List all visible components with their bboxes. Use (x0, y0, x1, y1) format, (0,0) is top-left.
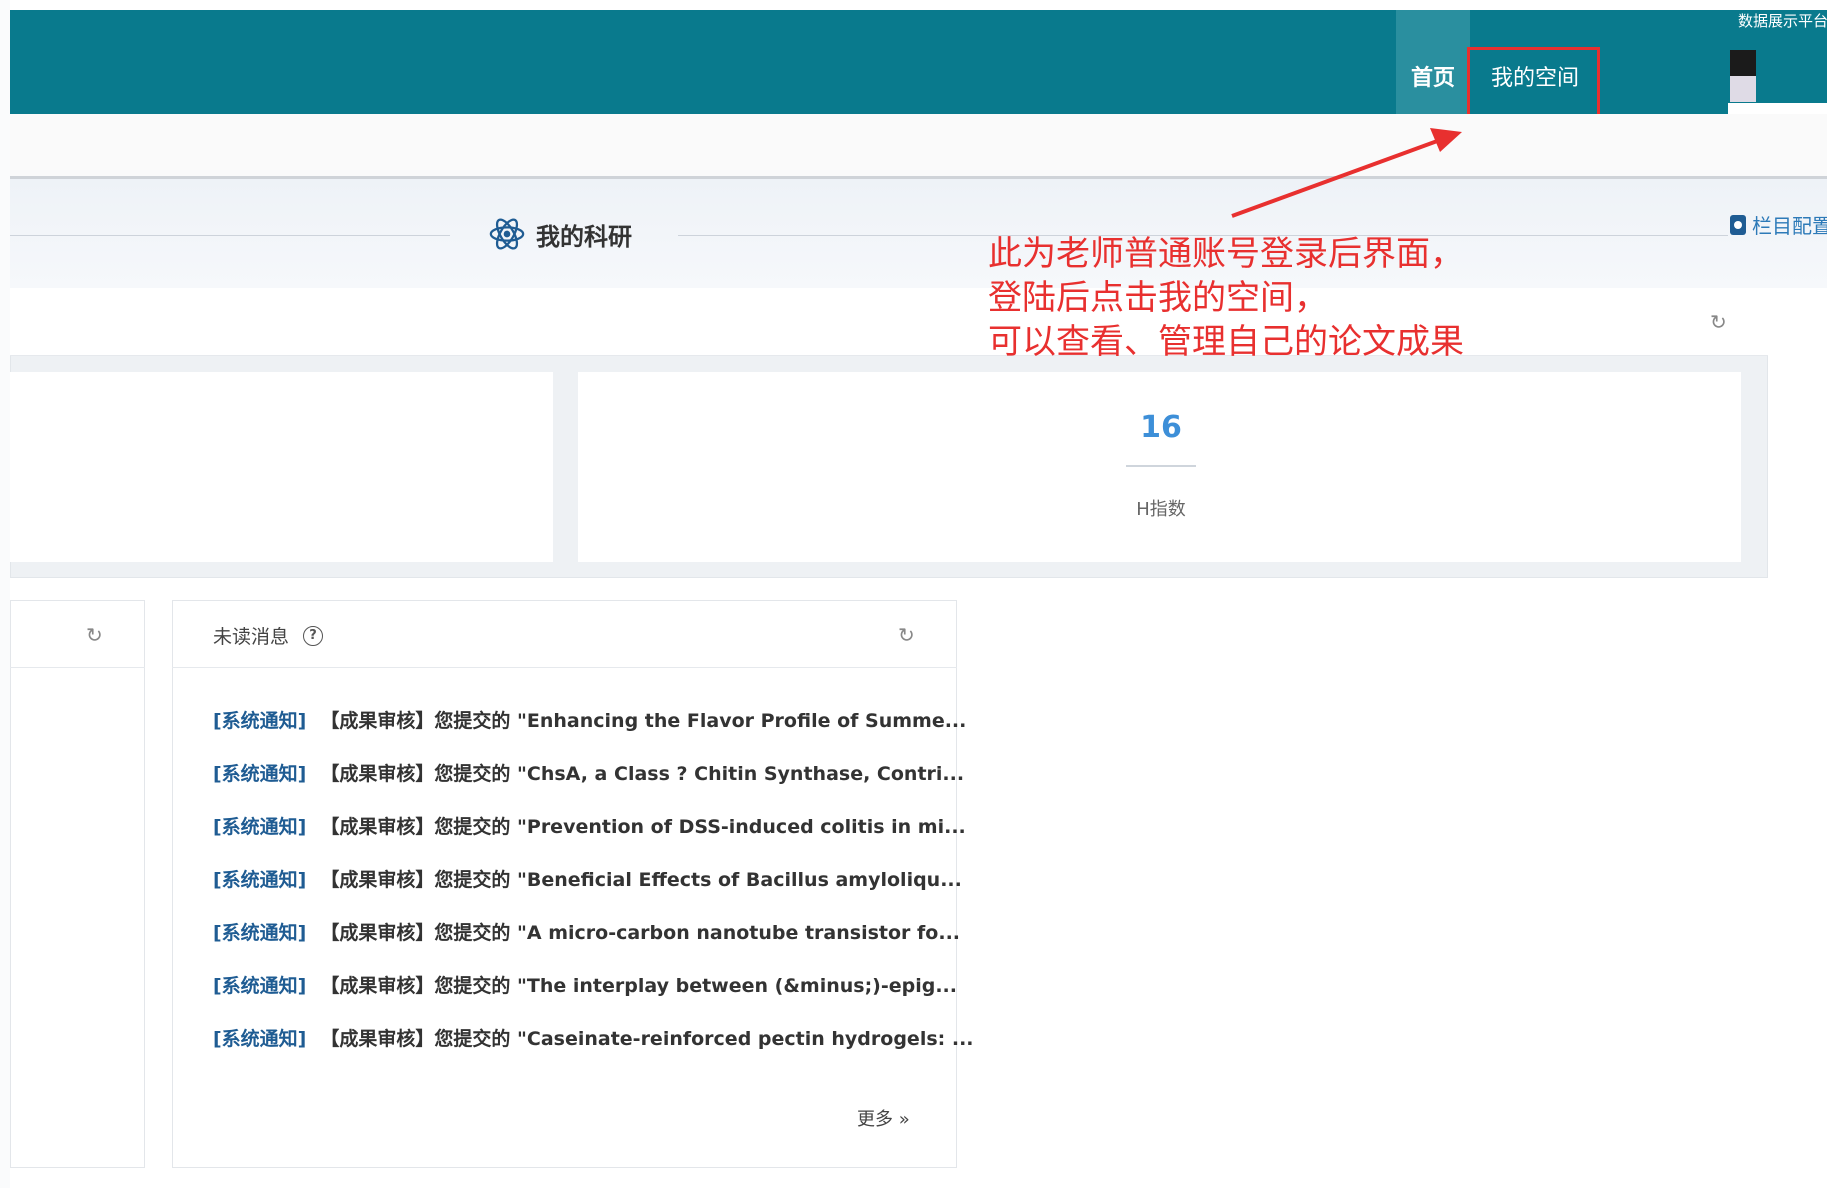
message-tag: [系统通知] (213, 1028, 307, 1050)
sub-toolbar (10, 114, 1827, 179)
left-card (10, 600, 145, 1168)
list-item[interactable]: [系统通知] 【成果审核】您提交的 "Enhancing the Flavor P… (213, 706, 974, 759)
list-item[interactable]: [系统通知] 【成果审核】您提交的 "Beneficial Effects of … (213, 865, 974, 918)
refresh-icon[interactable]: ↻ (1710, 310, 1727, 334)
message-tag: [系统通知] (213, 710, 307, 732)
section-divider-left (10, 235, 450, 236)
atom-icon (489, 218, 525, 250)
nav-home[interactable]: 首页 (1396, 10, 1470, 114)
research-card-left (10, 372, 553, 562)
refresh-icon[interactable]: ↻ (86, 623, 103, 647)
annotation-highlight-box (1467, 47, 1600, 124)
h-index-value[interactable]: 16 (1126, 410, 1196, 445)
message-text: 【成果审核】您提交的 "Enhancing the Flavor Profile… (320, 710, 967, 732)
annotation-line: 登陆后点击我的空间， (988, 278, 1328, 318)
h-index-label: H指数 (1136, 499, 1186, 520)
message-text: 【成果审核】您提交的 "Caseinate-reinforced pectin … (320, 1028, 974, 1050)
message-text: 【成果审核】您提交的 "ChsA, a Class ? Chitin Synth… (320, 763, 965, 785)
message-text: 【成果审核】您提交的 "A micro-carbon nanotube tran… (320, 922, 961, 944)
more-link[interactable]: 更多 » (857, 1105, 910, 1131)
section-title: 我的科研 (488, 215, 632, 253)
message-text: 【成果审核】您提交的 "The interplay between (&minu… (320, 975, 957, 997)
avatar-lower (1730, 76, 1756, 102)
column-config-button[interactable]: 栏目配置 (1730, 210, 1827, 239)
list-item[interactable]: [系统通知] 【成果审核】您提交的 "Caseinate-reinforced p… (213, 1024, 974, 1077)
annotation-line: 可以查看、管理自己的论文成果 (988, 322, 1464, 362)
annotation-text: 此为老师普通账号登录后界面， 登陆后点击我的空间， 可以查看、管理自己的论文成果 (988, 232, 1464, 364)
message-text: 【成果审核】您提交的 "Beneficial Effects of Bacill… (320, 869, 962, 891)
message-tag: [系统通知] (213, 975, 307, 997)
message-text: 【成果审核】您提交的 "Prevention of DSS-induced co… (320, 816, 966, 838)
unread-messages-title-text: 未读消息 (213, 626, 290, 648)
section-title-text: 我的科研 (536, 222, 632, 251)
list-item[interactable]: [系统通知] 【成果审核】您提交的 "The interplay between … (213, 971, 974, 1024)
avatar[interactable] (1730, 50, 1756, 76)
list-item[interactable]: [系统通知] 【成果审核】您提交的 "ChsA, a Class ? Chitin… (213, 759, 974, 812)
refresh-icon[interactable]: ↻ (898, 623, 915, 647)
message-list: [系统通知] 【成果审核】您提交的 "Enhancing the Flavor P… (213, 706, 974, 1077)
platform-label: 数据展示平台 (1738, 12, 1827, 30)
left-card-header (10, 600, 145, 668)
list-item[interactable]: [系统通知] 【成果审核】您提交的 "Prevention of DSS-indu… (213, 812, 974, 865)
research-panel-header (10, 288, 1768, 356)
left-edge (0, 0, 10, 1188)
annotation-line: 此为老师普通账号登录后界面， (988, 234, 1464, 274)
unread-messages-title: 未读消息 ? (213, 622, 324, 649)
message-tag: [系统通知] (213, 816, 307, 838)
h-index-underline (1126, 465, 1196, 467)
message-tag: [系统通知] (213, 763, 307, 785)
column-config-label: 栏目配置 (1752, 214, 1827, 238)
list-item[interactable]: [系统通知] 【成果审核】您提交的 "A micro-carbon nanotub… (213, 918, 974, 971)
h-index-card (578, 372, 1741, 562)
help-icon[interactable]: ? (303, 625, 324, 646)
message-tag: [系统通知] (213, 869, 307, 891)
section-band (10, 179, 1827, 288)
message-tag: [系统通知] (213, 922, 307, 944)
settings-icon (1730, 214, 1746, 235)
